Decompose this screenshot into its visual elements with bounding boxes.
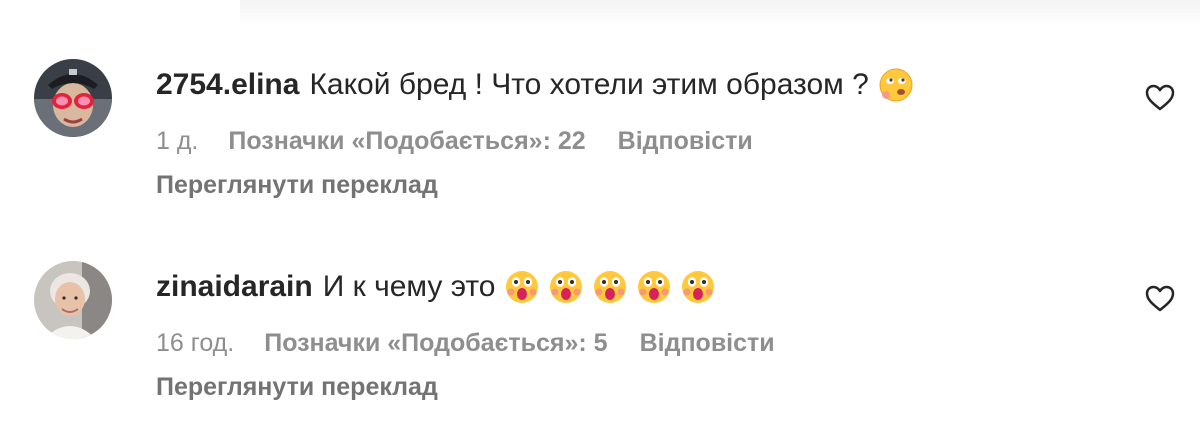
comment-meta: 1 д. Позначки «Подобається»: 22 Відповіс…: [156, 127, 753, 156]
astonished-face-emoji: [681, 270, 715, 304]
comment-body: 2754.elina Какой бред ! Что хотели этим …: [156, 55, 1100, 199]
comment-meta: 16 год. Позначки «Подобається»: 5 Відпов…: [156, 329, 775, 358]
see-translation-button[interactable]: Переглянути переклад: [156, 373, 438, 402]
username[interactable]: 2754.elina: [156, 65, 299, 105]
comment-text-line: 2754.elina Какой бред ! Что хотели этим …: [156, 65, 1100, 105]
astonished-face-emoji: [505, 270, 539, 304]
comment-time[interactable]: 16 год.: [156, 329, 234, 358]
face-with-rolling-eyes-emoji: [879, 68, 913, 102]
astonished-face-emoji: [593, 270, 627, 304]
astonished-face-emoji: [549, 270, 583, 304]
likes-count[interactable]: Позначки «Подобається»: 5: [264, 329, 607, 358]
reply-button[interactable]: Відповісти: [618, 127, 753, 156]
astonished-face-emoji: [637, 270, 671, 304]
see-translation-button[interactable]: Переглянути переклад: [156, 171, 438, 200]
top-fade: [240, 0, 1200, 26]
comment-text-line: zinaidarain И к чему это: [156, 267, 1100, 307]
avatar[interactable]: [34, 59, 112, 137]
avatar[interactable]: [34, 261, 112, 339]
reply-button[interactable]: Відповісти: [640, 329, 775, 358]
comment-body: zinaidarain И к чему это 16 год. Позначк…: [156, 257, 1100, 401]
comment-time[interactable]: 1 д.: [156, 127, 198, 156]
heart-outline-icon[interactable]: [1145, 84, 1175, 112]
likes-count[interactable]: Позначки «Подобається»: 22: [228, 127, 585, 156]
username[interactable]: zinaidarain: [156, 267, 313, 307]
comment-text: И к чему это: [322, 270, 496, 303]
heart-outline-icon[interactable]: [1145, 285, 1175, 313]
comment-text: Какой бред ! Что хотели этим образом ?: [309, 68, 869, 101]
